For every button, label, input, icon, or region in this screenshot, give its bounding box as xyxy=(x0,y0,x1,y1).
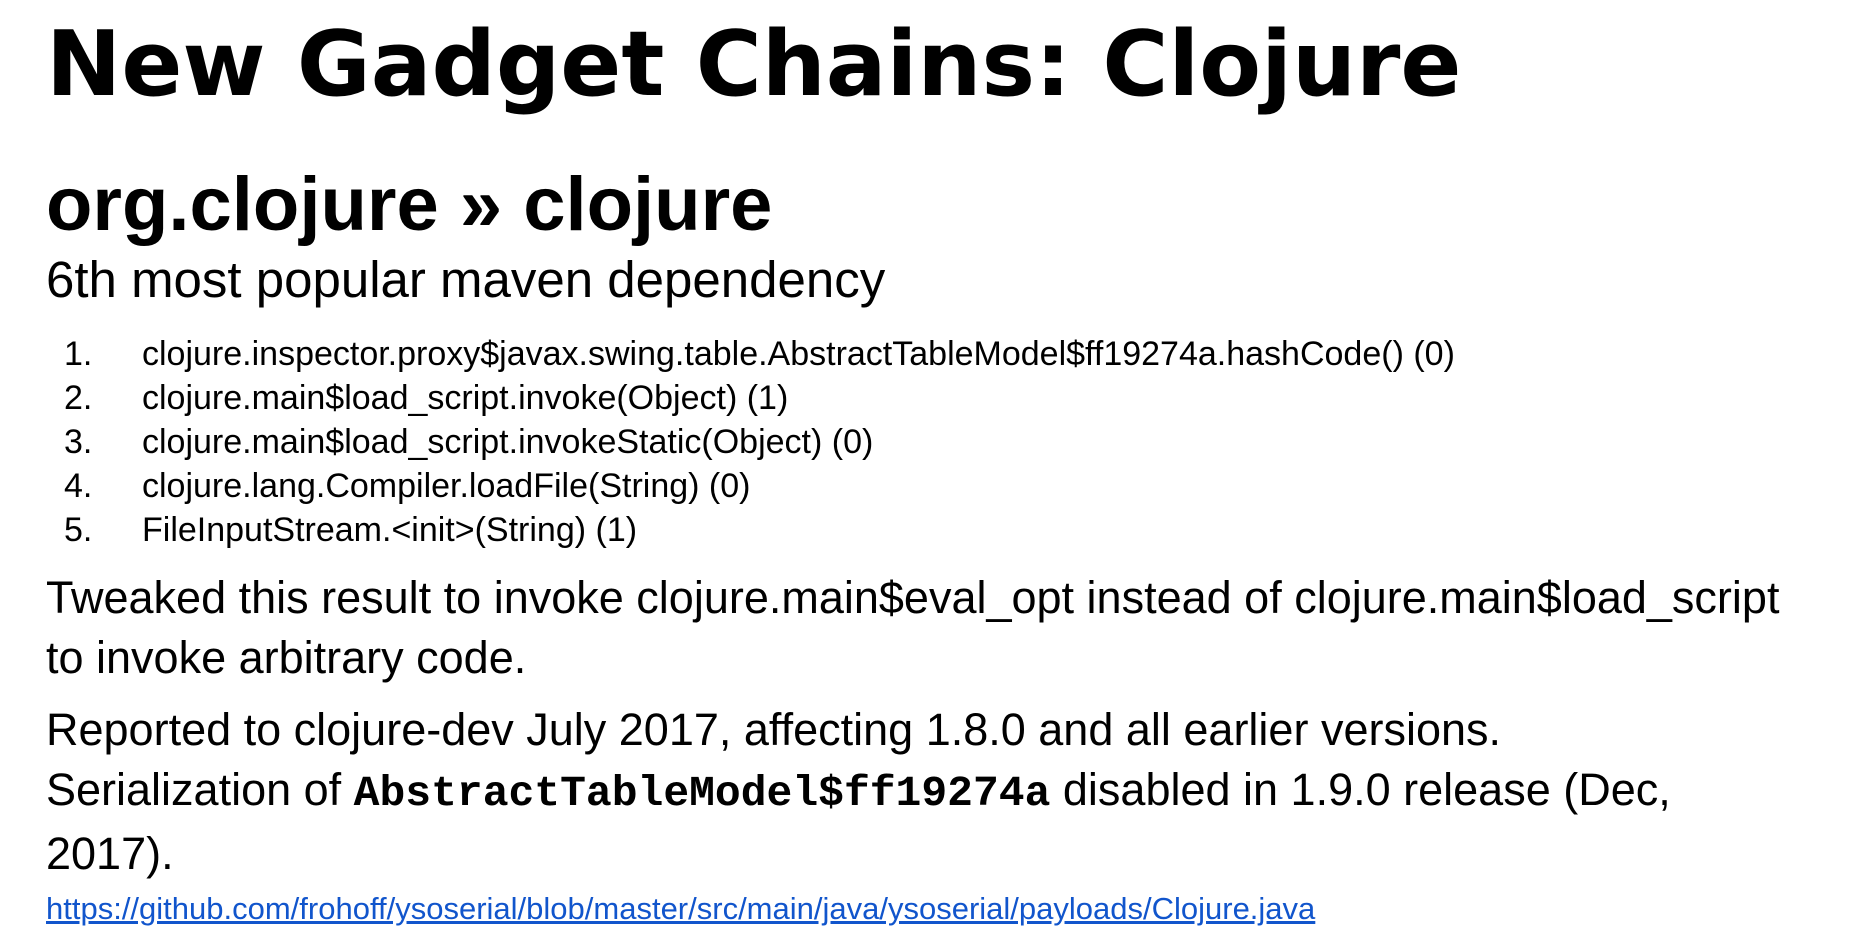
report-paragraph: Reported to clojure-dev July 2017, affec… xyxy=(46,700,1806,884)
class-name-code: AbstractTableModel$ff19274a xyxy=(353,769,1051,818)
report-line: Reported to clojure-dev July 2017, affec… xyxy=(46,704,1502,755)
list-item-number: 3. xyxy=(64,423,93,461)
slide-subtitle: org.clojure » clojure xyxy=(46,162,773,247)
list-item-text: FileInputStream.<init>(String) (1) xyxy=(142,511,638,549)
list-item-text: clojure.main$load_script.invokeStatic(Ob… xyxy=(142,423,874,461)
tagline: 6th most popular maven dependency xyxy=(46,251,886,308)
report-text-pre: Serialization of xyxy=(46,764,354,815)
list-item-text: clojure.lang.Compiler.loadFile(String) (… xyxy=(142,467,751,505)
tweak-paragraph: Tweaked this result to invoke clojure.ma… xyxy=(46,572,1780,683)
list-item-number: 1. xyxy=(64,335,93,373)
source-link[interactable]: https://github.com/frohoff/ysoserial/blo… xyxy=(46,890,1315,928)
list-item-text: clojure.main$load_script.invoke(Object) … xyxy=(142,379,789,417)
list-item-number: 2. xyxy=(64,379,93,417)
list-item-number: 5. xyxy=(64,511,93,549)
list-item: 1. clojure.inspector.proxy$javax.swing.t… xyxy=(46,332,1455,376)
gadget-chain-list: 1. clojure.inspector.proxy$javax.swing.t… xyxy=(46,332,1455,552)
list-item: 3. clojure.main$load_script.invokeStatic… xyxy=(46,420,1455,464)
list-item-number: 4. xyxy=(64,467,93,505)
list-item: 5. FileInputStream.<init>(String) (1) xyxy=(46,508,1455,552)
list-item: 2. clojure.main$load_script.invoke(Objec… xyxy=(46,376,1455,420)
list-item-text: clojure.inspector.proxy$javax.swing.tabl… xyxy=(142,335,1455,373)
list-item: 4. clojure.lang.Compiler.loadFile(String… xyxy=(46,464,1455,508)
slide-title: New Gadget Chains: Clojure xyxy=(46,12,1462,117)
